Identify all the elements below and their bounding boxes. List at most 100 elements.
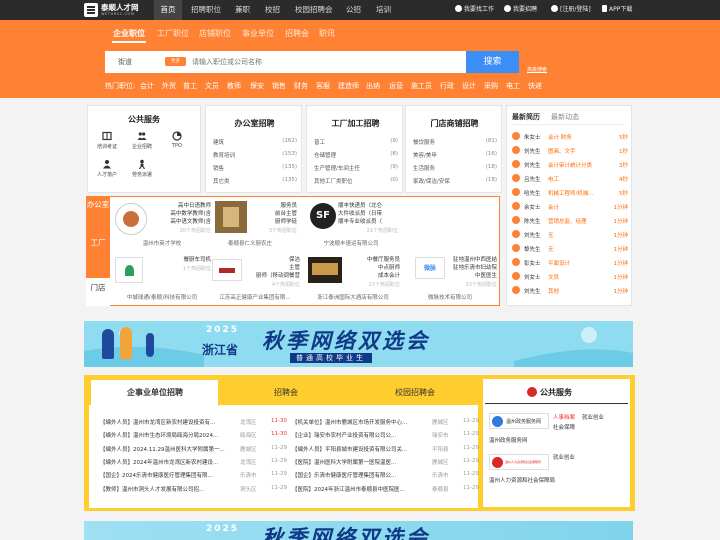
resume-row[interactable]: 余女士 会计 1分钟 bbox=[512, 201, 628, 214]
category-title[interactable]: 工厂加工招聘 bbox=[307, 118, 404, 129]
job-notice-row[interactable]: 【医院】温州医科大学附属第一医院温医... 鹿城区 11-29 bbox=[292, 456, 480, 469]
job-notice-row[interactable]: 【编外人员】温州市龙湾区新农村建设投资有... 龙湾区 11-30 bbox=[100, 416, 288, 429]
hot-job-link[interactable]: 会计 bbox=[140, 81, 154, 91]
featured-tab-factory[interactable]: 工厂 bbox=[86, 238, 110, 247]
hot-job-link[interactable]: 运营 bbox=[389, 81, 403, 91]
job-notice-row[interactable]: 【企业】瑞安市农村产业投资有限公司公... 瑞安市 11-29 bbox=[292, 429, 480, 442]
category-row[interactable]: 普工 (9) bbox=[314, 138, 398, 146]
hot-job-link[interactable]: 销售 bbox=[272, 81, 286, 91]
hot-job-link[interactable]: 出纳 bbox=[366, 81, 380, 91]
service-training[interactable]: 培训考证 bbox=[92, 131, 122, 150]
hot-job-link[interactable]: 设计 bbox=[462, 81, 476, 91]
find-job-link[interactable]: 我要找工作 bbox=[455, 0, 494, 20]
app-download-link[interactable]: APP下载 bbox=[602, 0, 632, 20]
featured-card[interactable]: 服务员 前台主管 厨师学徒 3个热招职位 泰顺县仁义厨农庄 bbox=[201, 199, 299, 251]
autumn-fair-banner-bottom[interactable]: 2025 秋季网络双选会 bbox=[84, 521, 633, 540]
nav-item-home[interactable]: 首页 bbox=[154, 0, 182, 20]
job-notice-row[interactable]: 【编外人员】2024.11.29温州医科大学附属第一... 鹿城区 11-29 bbox=[100, 443, 288, 456]
job-notice-row[interactable]: 【编外人员】温州市生态环境局瓯海分局2024... 瓯海区 11-30 bbox=[100, 429, 288, 442]
category-row[interactable]: 餐饮服务 (81) bbox=[413, 138, 497, 146]
job-notice-row[interactable]: 【机关单位】温州市鹿城区市场开发服务中心... 鹿城区 11-29 bbox=[292, 416, 480, 429]
category-row[interactable]: 教育培训 (153) bbox=[213, 151, 297, 159]
resume-row[interactable]: 刘先生 会计审计统计分类 3秒 bbox=[512, 159, 628, 172]
hrss-logo[interactable]: 温州人力资源和社会保障局 bbox=[489, 454, 549, 470]
featured-card[interactable]: SF 顺丰快递员（北仑 大件收派员（日带 顺丰专业收派员（ 21个热招职位 宁波… bbox=[302, 199, 400, 251]
search-button[interactable]: 搜索 bbox=[466, 51, 519, 73]
service-enterprise-recruit[interactable]: 企业招聘 bbox=[127, 131, 157, 150]
featured-tab-office[interactable]: 办公室 bbox=[86, 200, 110, 209]
category-title[interactable]: 门店商铺招聘 bbox=[406, 118, 503, 129]
tag-personnel-file[interactable]: 人事档案 bbox=[553, 413, 575, 421]
hot-job-link[interactable]: 采购 bbox=[484, 81, 498, 91]
featured-card[interactable]: 餐厨车司机 1个热招职位 中城球通(泰顺)科技有限公司 bbox=[113, 253, 211, 305]
service-tpo[interactable]: TPO bbox=[162, 131, 192, 149]
hot-job-link[interactable]: 行政 bbox=[440, 81, 454, 91]
job-notice-row[interactable]: 【编外人员】2024年温州市龙湾区新农村建设... 龙湾区 11-29 bbox=[100, 456, 288, 469]
tab-job-news[interactable]: 职讯 bbox=[319, 27, 335, 41]
resume-row[interactable]: 刘先生 无 1分钟 bbox=[512, 229, 628, 242]
tab-job-fairs[interactable]: 招聘会 bbox=[222, 380, 350, 406]
site-logo[interactable]: 泰顺人才网 WETHRSC.COM bbox=[84, 2, 146, 18]
nav-item-public[interactable]: 公招 bbox=[346, 0, 361, 20]
tab-job-fair[interactable]: 招聘会 bbox=[285, 27, 309, 41]
job-notice-row[interactable]: 【教师】温州市洞头人才发展有限公司招... 洞头区 11-29 bbox=[100, 483, 288, 496]
resume-row[interactable]: 彭女士 平面设计 1分钟 bbox=[512, 257, 628, 270]
hot-job-link[interactable]: 电工 bbox=[506, 81, 520, 91]
tag-social-security[interactable]: 社会保障 bbox=[553, 423, 575, 431]
tag-employment[interactable]: 就业创业 bbox=[553, 453, 575, 461]
hot-job-link[interactable]: 普工 bbox=[183, 81, 197, 91]
service-settlement[interactable]: 人才落户 bbox=[92, 159, 122, 178]
city-selector[interactable]: 街道 bbox=[118, 51, 132, 73]
resume-row[interactable]: 黎先生 无 1分钟 bbox=[512, 243, 628, 256]
tab-enterprise-jobs[interactable]: 企业职位 bbox=[113, 27, 145, 41]
hot-job-link[interactable]: 保安 bbox=[250, 81, 264, 91]
category-row[interactable]: 美容/美甲 (16) bbox=[413, 151, 497, 159]
city-more-tag[interactable]: 更多 bbox=[165, 57, 186, 66]
service-labor-dispatch[interactable]: 劳务派遣 bbox=[127, 159, 157, 178]
category-row[interactable]: 仓储管理 (8) bbox=[314, 151, 398, 159]
nav-item-parttime[interactable]: 兼职 bbox=[235, 0, 250, 20]
hot-job-link[interactable]: 客服 bbox=[316, 81, 330, 91]
resume-row[interactable]: 吕先生 电工 4秒 bbox=[512, 173, 628, 186]
hot-job-link[interactable]: 施工员 bbox=[411, 81, 432, 91]
tab-campus-fairs[interactable]: 校园招聘会 bbox=[352, 380, 478, 406]
hot-job-link[interactable]: 建造师 bbox=[338, 81, 359, 91]
tab-latest-resumes[interactable]: 最新简历 bbox=[512, 112, 540, 122]
tab-shop-jobs[interactable]: 店铺职位 bbox=[199, 27, 231, 41]
featured-card[interactable]: 中餐厅服务员 中点厨师 成本会计 22个热招职位 浙江泰洲国际大酒店有限公司 bbox=[304, 253, 402, 305]
hot-job-link[interactable]: 财务 bbox=[294, 81, 308, 91]
tab-latest-news[interactable]: 最新动态 bbox=[551, 112, 579, 122]
resume-row[interactable]: 朱女士 会计 财务 5秒 bbox=[512, 131, 628, 144]
hot-job-link[interactable]: 快递 bbox=[528, 81, 542, 91]
job-notice-row[interactable]: 【国企】乐清市健康医疗管理集团有限公... 乐清市 11-29 bbox=[292, 469, 480, 482]
category-row[interactable]: 其他工厂类职位 (0) bbox=[314, 177, 398, 185]
zhengwu-logo[interactable]: 温州政务服务网 bbox=[489, 413, 549, 429]
category-row[interactable]: 建筑 (162) bbox=[213, 138, 297, 146]
login-link[interactable]: [注册/登陆] bbox=[551, 0, 591, 20]
featured-card[interactable]: 保洁 主管 厨师（移动调餐营 4个热招职位 江苏高正健康产业集团有限... bbox=[206, 253, 304, 305]
resume-row[interactable]: 陈先生 营销总监、经理 1分钟 bbox=[512, 215, 628, 228]
autumn-fair-banner[interactable]: 2025 浙江省 秋季网络双选会 普通高校毕业生 bbox=[84, 321, 633, 367]
nav-item-jobs[interactable]: 招聘职位 bbox=[191, 0, 221, 20]
nav-item-campus-fair[interactable]: 校园招聘会 bbox=[295, 0, 333, 20]
search-input[interactable] bbox=[192, 53, 462, 71]
tab-factory-jobs[interactable]: 工厂职位 bbox=[157, 27, 189, 41]
nav-item-campus[interactable]: 校招 bbox=[265, 0, 280, 20]
category-row[interactable]: 生产管理/车间主任 (9) bbox=[314, 164, 398, 172]
category-row[interactable]: 其它类 (135) bbox=[213, 177, 297, 185]
featured-card[interactable]: 微脉 驻地温州中西医结 驻地乐清市妇幼院 中医医生 53个热招职位 微脉技术有限… bbox=[401, 253, 499, 305]
advanced-search-link[interactable]: 高级搜索 bbox=[527, 66, 547, 73]
job-notice-row[interactable]: 【国企】2024乐清市健康医疗管理集团有限... 乐清市 11-29 bbox=[100, 469, 288, 482]
recruit-link[interactable]: 我要招聘 bbox=[504, 0, 537, 20]
resume-row[interactable]: 刘先生 其他 1分钟 bbox=[512, 285, 628, 298]
hot-job-link[interactable]: 教师 bbox=[227, 81, 241, 91]
job-notice-row[interactable]: 【编外人员】平阳县城市建设投资有限公司关... 平阳县 11-29 bbox=[292, 443, 480, 456]
tab-enterprise-recruitment[interactable]: 企事业单位招聘 bbox=[91, 380, 219, 406]
resume-row[interactable]: 哈先生 机械工程师/机械... 5秒 bbox=[512, 187, 628, 200]
category-row[interactable]: 销售 (135) bbox=[213, 164, 297, 172]
job-notice-row[interactable]: 【医院】2024年浙江温州市泰顺县中医院医... 泰顺县 11-29 bbox=[292, 483, 480, 496]
hot-job-link[interactable]: 文员 bbox=[205, 81, 219, 91]
category-row[interactable]: 家政/保洁/安保 (18) bbox=[413, 177, 497, 185]
category-row[interactable]: 生活服务 (18) bbox=[413, 164, 497, 172]
hrss-caption[interactable]: 温州人力资源和社会保障局 bbox=[489, 476, 555, 484]
